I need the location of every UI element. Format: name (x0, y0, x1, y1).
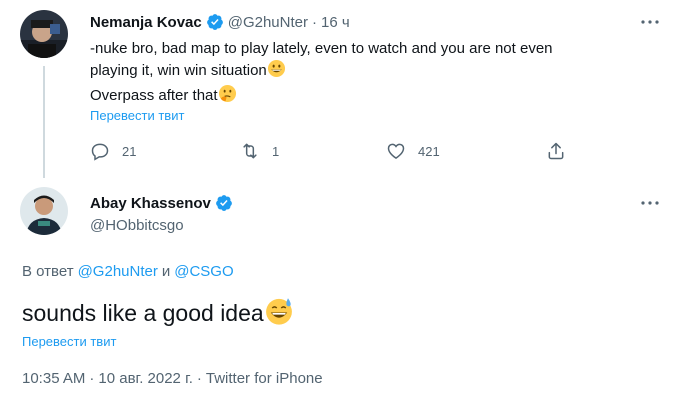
separator-dot: · (311, 13, 317, 31)
retweet-count: 1 (272, 143, 280, 159)
author-handle[interactable]: @G2huNter (228, 14, 308, 31)
more-options-icon[interactable] (640, 193, 660, 213)
reply-button[interactable]: 21 (90, 141, 136, 161)
tweet-text-content: sounds like a good idea (22, 300, 264, 326)
verified-badge-icon (206, 13, 224, 31)
tweet-text-line2: playing it, win win situation (90, 62, 267, 79)
retweet-icon (243, 143, 257, 159)
reply-count: 21 (122, 143, 137, 159)
meta-separator: · (196, 370, 202, 387)
more-options-icon[interactable] (640, 12, 660, 32)
meta-separator: · (89, 370, 95, 387)
grinning-face-emoji-icon (267, 59, 286, 84)
reply-prefix: В ответ (22, 263, 74, 280)
tweet-meta-date[interactable]: 10 авг. 2022 г. (98, 370, 192, 387)
thinking-face-emoji-icon (218, 84, 237, 109)
avatar-nemanja-kovac[interactable] (20, 10, 68, 58)
share-button[interactable] (546, 141, 578, 161)
reply-mention-g2hunter[interactable]: @G2huNter (78, 263, 158, 280)
tweet-meta-time[interactable]: 10:35 AM (22, 370, 85, 387)
translate-tweet-link[interactable]: Перевести твит (90, 108, 184, 123)
reply-mention-csgo[interactable]: @CSGO (174, 263, 233, 280)
grinning-sweat-emoji-icon (264, 296, 294, 332)
author-name[interactable]: Abay Khassenov (90, 195, 211, 212)
like-button[interactable]: 421 (386, 141, 440, 161)
tweet-time[interactable]: 16 ч (321, 14, 350, 31)
reply-and: и (161, 263, 171, 280)
share-icon (548, 142, 564, 160)
avatar-abay-khassenov[interactable] (20, 187, 68, 235)
reply-icon (91, 143, 109, 161)
author-handle[interactable]: @HObbitcsgo (90, 217, 184, 234)
tweet-text-line3: Overpass after that (90, 87, 218, 104)
thread-line (43, 66, 45, 178)
reply-context: В ответ @G2huNter и @CSGO (22, 263, 234, 280)
heart-icon (387, 143, 405, 159)
translate-tweet-link[interactable]: Перевести твит (22, 334, 116, 349)
tweet-meta-source[interactable]: Twitter for iPhone (206, 370, 323, 387)
tweet-text: sounds like a good idea (22, 296, 294, 332)
tweet-text-line1: -nuke bro, bad map to play lately, even … (90, 40, 553, 57)
retweet-button[interactable]: 1 (240, 141, 279, 161)
author-name[interactable]: Nemanja Kovac (90, 14, 202, 31)
verified-badge-icon (215, 194, 233, 212)
tweet-meta: 10:35 AM · 10 авг. 2022 г. · Twitter for… (22, 370, 323, 387)
like-count: 421 (418, 143, 440, 159)
tweet-text: -nuke bro, bad map to play lately, even … (90, 38, 650, 109)
